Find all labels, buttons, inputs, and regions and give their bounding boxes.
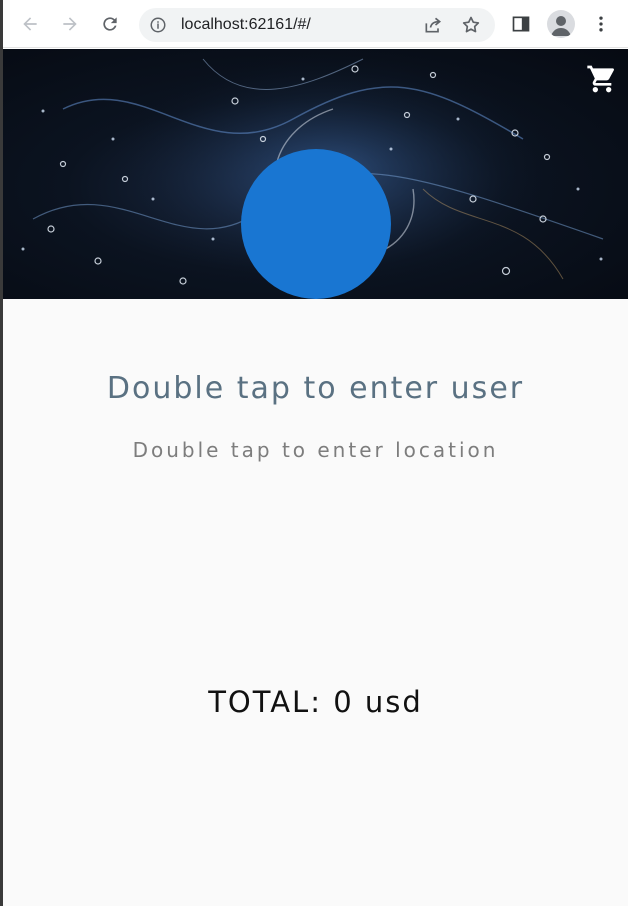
info-icon[interactable] — [149, 16, 167, 34]
shopping-cart-icon — [587, 65, 615, 93]
side-panel-button[interactable] — [506, 9, 536, 39]
browser-window: localhost:62161/#/ Double tap to enter u… — [3, 0, 628, 906]
total-label: TOTAL: 0 usd — [208, 685, 423, 719]
arrow-left-icon — [23, 17, 37, 31]
side-panel-icon — [512, 16, 530, 32]
app-page: Double tap to enter user Double tap to e… — [3, 49, 628, 906]
user-name-prompt[interactable]: Double tap to enter user — [3, 371, 628, 406]
cart-button[interactable] — [584, 61, 620, 97]
back-button[interactable] — [15, 9, 45, 39]
reload-icon — [103, 17, 117, 31]
reload-button[interactable] — [95, 9, 125, 39]
kebab-menu-icon — [599, 16, 603, 32]
share-icon[interactable] — [423, 15, 443, 35]
profile-button[interactable] — [547, 10, 575, 38]
location-prompt[interactable]: Double tap to enter location — [3, 438, 628, 462]
url-text[interactable]: localhost:62161/#/ — [181, 16, 311, 34]
arrow-right-icon — [63, 17, 77, 31]
address-bar[interactable]: localhost:62161/#/ — [139, 8, 495, 42]
browser-toolbar: localhost:62161/#/ — [3, 0, 628, 48]
user-avatar[interactable] — [241, 149, 391, 299]
star-icon[interactable] — [461, 15, 481, 35]
forward-button[interactable] — [55, 9, 85, 39]
browser-menu-button[interactable] — [586, 9, 616, 39]
profile-icon — [551, 16, 571, 36]
